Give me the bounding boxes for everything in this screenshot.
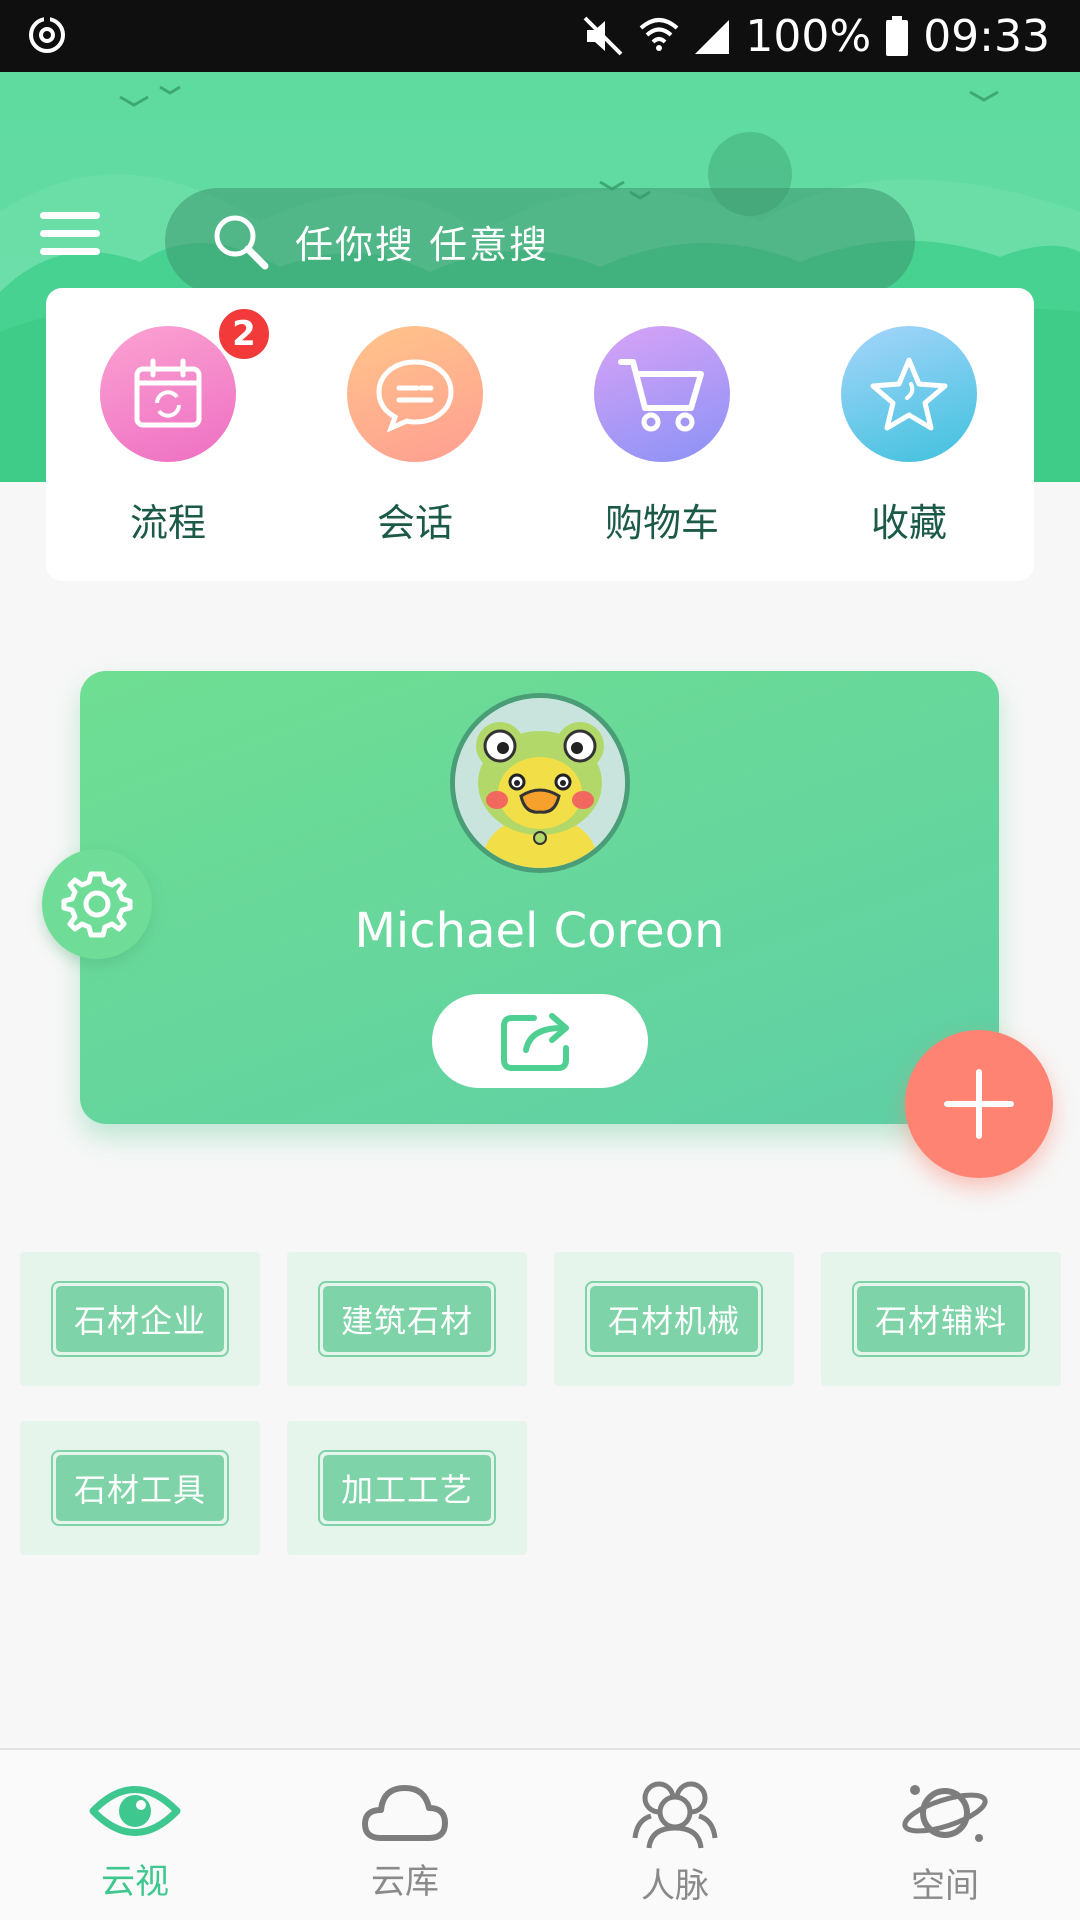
category-tile[interactable]: 石材工具 bbox=[20, 1421, 260, 1555]
battery-text: 100% bbox=[745, 10, 872, 62]
notification-badge: 2 bbox=[216, 306, 272, 362]
quick-action-label: 流程 bbox=[129, 501, 206, 545]
search-icon bbox=[214, 215, 269, 270]
category-label: 石材工具 bbox=[55, 1455, 224, 1521]
profile-card: Michael Coreon bbox=[80, 671, 999, 1124]
clock-time: 09:33 bbox=[923, 10, 1050, 62]
category-label: 建筑石材 bbox=[322, 1286, 491, 1352]
quick-action-label: 购物车 bbox=[604, 501, 719, 545]
share-button[interactable] bbox=[432, 994, 648, 1088]
add-button[interactable] bbox=[905, 1030, 1053, 1178]
status-bar: 100% 09:33 bbox=[0, 0, 1080, 72]
nav-label: 云库 bbox=[371, 1862, 439, 1902]
avatar[interactable] bbox=[450, 693, 630, 873]
search-placeholder: 任你搜 任意搜 bbox=[295, 222, 550, 267]
hamburger-icon bbox=[40, 212, 100, 219]
cart-icon bbox=[618, 359, 704, 432]
category-label: 石材辅料 bbox=[856, 1286, 1025, 1352]
profile-name: Michael Coreon bbox=[354, 903, 725, 959]
quick-action-favorite[interactable]: 收藏 bbox=[809, 326, 1009, 547]
tab-space[interactable]: 空间 bbox=[810, 1750, 1080, 1920]
category-tile[interactable]: 石材辅料 bbox=[821, 1252, 1061, 1386]
nav-label: 人脉 bbox=[641, 1866, 709, 1906]
quick-action-process[interactable]: 2 流程 bbox=[68, 306, 272, 547]
share-icon bbox=[501, 1013, 569, 1071]
gear-icon bbox=[61, 871, 133, 938]
quick-action-cart[interactable]: 购物车 bbox=[562, 326, 762, 547]
calendar-refresh-icon bbox=[134, 358, 202, 428]
category-label: 石材企业 bbox=[55, 1286, 224, 1352]
nav-label: 空间 bbox=[911, 1866, 979, 1906]
quick-action-label: 收藏 bbox=[870, 501, 947, 545]
tab-connections[interactable]: 人脉 bbox=[540, 1750, 810, 1920]
category-tile[interactable]: 加工工艺 bbox=[287, 1421, 527, 1555]
tab-cloud-view[interactable]: 云视 bbox=[0, 1750, 270, 1920]
category-tile[interactable]: 建筑石材 bbox=[287, 1252, 527, 1386]
bottom-navigation: 云视 云库 人脉 空间 bbox=[0, 1748, 1080, 1920]
tab-cloud-library[interactable]: 云库 bbox=[270, 1750, 540, 1920]
eye-icon bbox=[89, 1786, 181, 1836]
planet-icon bbox=[902, 1785, 988, 1842]
search-bar[interactable]: 任你搜 任意搜 bbox=[165, 188, 915, 294]
battery-icon bbox=[886, 16, 909, 56]
quick-action-label: 会话 bbox=[376, 501, 453, 545]
category-tile[interactable]: 石材机械 bbox=[554, 1252, 794, 1386]
quick-action-chat[interactable]: 会话 bbox=[315, 326, 515, 547]
people-icon bbox=[632, 1781, 718, 1849]
category-label: 石材机械 bbox=[589, 1286, 758, 1352]
chat-bubble-icon bbox=[376, 359, 454, 432]
plus-icon bbox=[944, 1069, 1014, 1139]
quick-actions-card: 2 流程 会话 购物车 收藏 bbox=[46, 288, 1034, 581]
cloud-icon bbox=[362, 1785, 448, 1841]
nav-label: 云视 bbox=[101, 1862, 169, 1902]
signal-icon bbox=[695, 20, 730, 54]
settings-button[interactable] bbox=[42, 849, 152, 959]
menu-button[interactable] bbox=[40, 212, 100, 258]
category-label: 加工工艺 bbox=[322, 1455, 491, 1521]
frog-duck-avatar bbox=[455, 698, 625, 868]
category-tile[interactable]: 石材企业 bbox=[20, 1252, 260, 1386]
sync-icon bbox=[29, 16, 65, 53]
mute-icon bbox=[583, 16, 623, 56]
star-icon bbox=[870, 357, 948, 431]
wifi-icon bbox=[640, 18, 679, 51]
